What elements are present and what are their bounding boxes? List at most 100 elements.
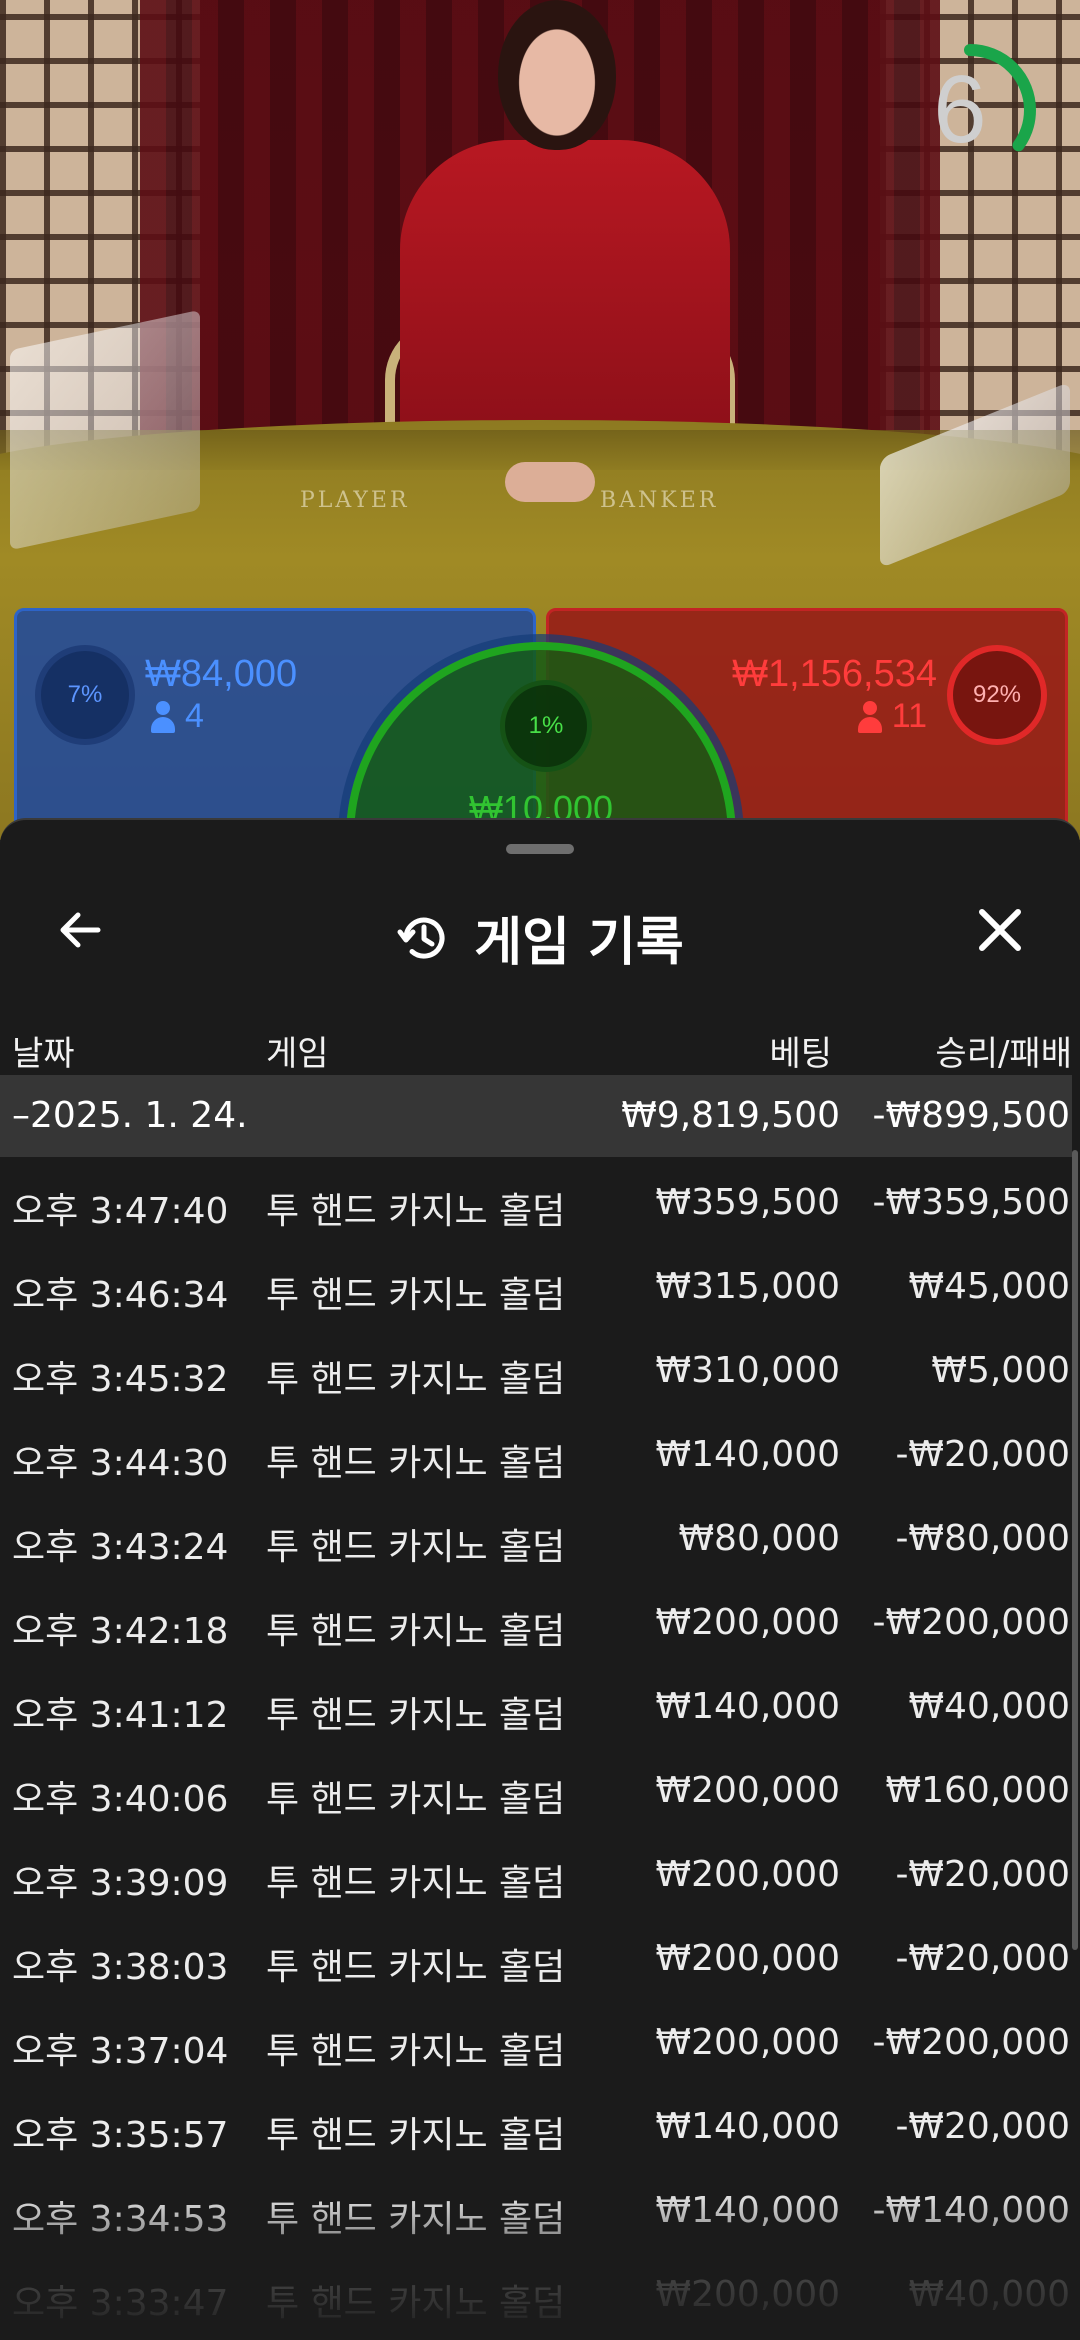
close-icon	[979, 909, 1021, 951]
felt-banker-label: BANKER	[600, 488, 719, 513]
row-game: 투 핸드 카지노 홀덤	[266, 2283, 566, 2324]
sheet-drag-handle[interactable]	[506, 844, 574, 854]
row-result: -₩20,000	[895, 1938, 1070, 1979]
timer-value: 6	[933, 56, 987, 163]
row-bet: ₩200,000	[655, 2274, 840, 2315]
close-button[interactable]	[960, 890, 1040, 970]
row-bet: ₩200,000	[655, 2022, 840, 2063]
history-table-header: 날짜 게임 베팅 승리/패배	[0, 1008, 1080, 1080]
table-row[interactable]: 오후 3:39:09 투 핸드 카지노 홀덤 ₩200,000 -₩20,000	[0, 1832, 1072, 1916]
player-bettor-count: 4	[151, 697, 204, 736]
table-row[interactable]: 오후 3:43:24 투 핸드 카지노 홀덤 ₩80,000 -₩80,000	[0, 1496, 1072, 1580]
date-summary-row[interactable]: –2025. 1. 24. ₩9,819,500 -₩899,500	[0, 1075, 1072, 1157]
row-game: 투 핸드 카지노 홀덤	[266, 1947, 566, 1988]
card-holder-left	[10, 309, 200, 551]
row-time: 오후 3:45:32	[12, 1359, 229, 1400]
player-bettor-number: 4	[185, 697, 204, 735]
row-bet: ₩140,000	[655, 1686, 840, 1727]
row-bet: ₩80,000	[678, 1518, 840, 1559]
dealer-figure	[400, 140, 730, 460]
row-game: 투 핸드 카지노 홀덤	[266, 1863, 566, 1904]
table-row[interactable]: 오후 3:45:32 투 핸드 카지노 홀덤 ₩310,000 ₩5,000	[0, 1328, 1072, 1412]
row-game: 투 핸드 카지노 홀덤	[266, 1779, 566, 1820]
history-rows: 오후 3:47:40 투 핸드 카지노 홀덤 ₩359,500 -₩359,500 오후…	[0, 1160, 1072, 2336]
dealer-head	[498, 0, 616, 150]
player-percent-ring: 7%	[35, 645, 135, 745]
game-history-sheet: 게임 기록 날짜 게임 베팅 승리/패배 –2025. 1. 24. ₩9,81…	[0, 818, 1080, 2340]
row-result: ₩5,000	[931, 1350, 1070, 1391]
column-game: 게임	[266, 1034, 329, 1074]
summary-date: –2025. 1. 24.	[12, 1095, 248, 1136]
row-time: 오후 3:33:47	[12, 2283, 229, 2324]
row-time: 오후 3:44:30	[12, 1443, 229, 1484]
row-bet: ₩140,000	[655, 2106, 840, 2147]
row-result: -₩359,500	[872, 1182, 1070, 1223]
row-bet: ₩140,000	[655, 1434, 840, 1475]
row-result: -₩20,000	[895, 1434, 1070, 1475]
table-row[interactable]: 오후 3:46:34 투 핸드 카지노 홀덤 ₩315,000 ₩45,000	[0, 1244, 1072, 1328]
banker-percent-ring: 92%	[947, 645, 1047, 745]
row-result: ₩160,000	[885, 1770, 1070, 1811]
column-win-loss: 승리/패배	[935, 1034, 1072, 1074]
history-icon	[397, 917, 445, 959]
row-game: 투 핸드 카지노 홀덤	[266, 2199, 566, 2240]
row-game: 투 핸드 카지노 홀덤	[266, 1527, 566, 1568]
table-row[interactable]: 오후 3:44:30 투 핸드 카지노 홀덤 ₩140,000 -₩20,000	[0, 1412, 1072, 1496]
person-icon	[857, 700, 882, 733]
row-bet: ₩200,000	[655, 1770, 840, 1811]
summary-bet-total: ₩9,819,500	[621, 1095, 840, 1136]
banker-bettor-number: 11	[891, 697, 927, 735]
scrollbar[interactable]	[1072, 1150, 1078, 1950]
table-row[interactable]: 오후 3:38:03 투 핸드 카지노 홀덤 ₩200,000 -₩20,000	[0, 1916, 1072, 2000]
table-row[interactable]: 오후 3:42:18 투 핸드 카지노 홀덤 ₩200,000 -₩200,000	[0, 1580, 1072, 1664]
row-game: 투 핸드 카지노 홀덤	[266, 1191, 566, 1232]
row-game: 투 핸드 카지노 홀덤	[266, 1359, 566, 1400]
table-row[interactable]: 오후 3:47:40 투 핸드 카지노 홀덤 ₩359,500 -₩359,500	[0, 1160, 1072, 1244]
player-bet-amount: ₩84,000	[145, 653, 298, 695]
sheet-header: 게임 기록	[0, 860, 1080, 1000]
row-game: 투 핸드 카지노 홀덤	[266, 1275, 566, 1316]
summary-win-loss: -₩899,500	[872, 1095, 1070, 1136]
table-row[interactable]: 오후 3:37:04 투 핸드 카지노 홀덤 ₩200,000 -₩200,000	[0, 2000, 1072, 2084]
table-row[interactable]: 오후 3:41:12 투 핸드 카지노 홀덤 ₩140,000 ₩40,000	[0, 1664, 1072, 1748]
row-bet: ₩310,000	[655, 1350, 840, 1391]
row-time: 오후 3:41:12	[12, 1695, 229, 1736]
row-bet: ₩140,000	[655, 2190, 840, 2231]
row-bet: ₩200,000	[655, 1938, 840, 1979]
sheet-title: 게임 기록	[474, 913, 684, 973]
row-result: -₩20,000	[895, 2106, 1070, 2147]
row-bet: ₩200,000	[655, 1854, 840, 1895]
row-result: -₩80,000	[895, 1518, 1070, 1559]
row-result: -₩140,000	[872, 2190, 1070, 2231]
tie-percent: 1%	[528, 712, 564, 739]
player-percent: 7%	[67, 681, 103, 708]
row-result: -₩200,000	[872, 1602, 1070, 1643]
row-game: 투 핸드 카지노 홀덤	[266, 1695, 566, 1736]
row-result: ₩40,000	[908, 2274, 1070, 2315]
row-time: 오후 3:37:04	[12, 2031, 229, 2072]
row-time: 오후 3:42:18	[12, 1611, 229, 1652]
row-time: 오후 3:43:24	[12, 1527, 229, 1568]
row-time: 오후 3:39:09	[12, 1863, 229, 1904]
row-time: 오후 3:35:57	[12, 2115, 229, 2156]
table-row[interactable]: 오후 3:33:47 투 핸드 카지노 홀덤 ₩200,000 ₩40,000	[0, 2252, 1072, 2336]
row-result: ₩45,000	[908, 1266, 1070, 1307]
table-row[interactable]: 오후 3:40:06 투 핸드 카지노 홀덤 ₩200,000 ₩160,000	[0, 1748, 1072, 1832]
row-game: 투 핸드 카지노 홀덤	[266, 1443, 566, 1484]
banker-percent: 92%	[972, 681, 1022, 708]
row-time: 오후 3:40:06	[12, 1779, 229, 1820]
row-bet: ₩200,000	[655, 1602, 840, 1643]
row-time: 오후 3:34:53	[12, 2199, 229, 2240]
banker-bettor-count: 11	[857, 697, 927, 736]
tie-percent-ring: 1%	[500, 680, 592, 772]
countdown-timer: 6	[900, 40, 1040, 180]
row-time: 오후 3:47:40	[12, 1191, 229, 1232]
person-icon	[151, 700, 175, 733]
row-result: ₩40,000	[908, 1686, 1070, 1727]
row-game: 투 핸드 카지노 홀덤	[266, 2031, 566, 2072]
table-row[interactable]: 오후 3:35:57 투 핸드 카지노 홀덤 ₩140,000 -₩20,000	[0, 2084, 1072, 2168]
column-bet: 베팅	[769, 1034, 832, 1074]
felt-player-label: PLAYER	[300, 488, 410, 513]
table-row[interactable]: 오후 3:34:53 투 핸드 카지노 홀덤 ₩140,000 -₩140,000	[0, 2168, 1072, 2252]
row-time: 오후 3:38:03	[12, 1947, 229, 1988]
